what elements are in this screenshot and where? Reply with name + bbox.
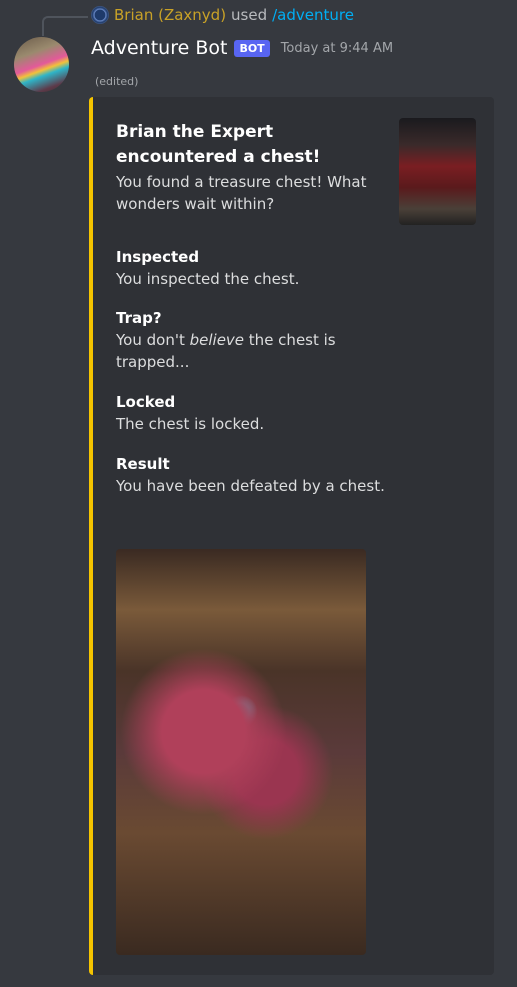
field-name: Locked [116, 393, 176, 411]
command-reply: Brian (Zaxnyd) used /adventure [91, 6, 354, 24]
reply-username[interactable]: Brian (Zaxnyd) [114, 6, 226, 24]
field-name: Inspected [116, 248, 200, 266]
embed-field-result: Result You have been defeated by a chest… [116, 453, 386, 497]
field-value: You have been defeated by a chest. [116, 477, 385, 495]
author-name[interactable]: Adventure Bot [91, 37, 227, 59]
user-avatar-mini[interactable] [91, 6, 109, 24]
embed: Brian the Expert encountered a chest! Yo… [89, 97, 494, 975]
edited-label: (edited) [95, 75, 139, 88]
embed-title: Brian the Expert encountered a chest! [116, 122, 321, 167]
bot-avatar[interactable] [14, 37, 69, 92]
embed-field-inspected: Inspected You inspected the chest. [116, 246, 386, 290]
reply-command[interactable]: /adventure [272, 6, 354, 24]
field-value: You don't believe the chest is trapped..… [116, 331, 336, 371]
bot-badge: BOT [234, 39, 270, 57]
field-name: Trap? [116, 309, 162, 327]
message-header: Adventure Bot BOT Today at 9:44 AM [91, 37, 393, 59]
embed-field-trap: Trap? You don't believe the chest is tra… [116, 307, 386, 373]
timestamp: Today at 9:44 AM [280, 40, 394, 56]
embed-field-locked: Locked The chest is locked. [116, 391, 386, 435]
embed-description: You found a treasure chest! What wonders… [116, 173, 367, 213]
field-name: Result [116, 455, 170, 473]
field-value: You inspected the chest. [116, 270, 300, 288]
reply-used-text: used [231, 6, 268, 24]
field-value: The chest is locked. [116, 415, 265, 433]
embed-thumbnail[interactable] [399, 118, 476, 225]
reply-connector [42, 16, 88, 36]
embed-image[interactable] [116, 549, 366, 955]
